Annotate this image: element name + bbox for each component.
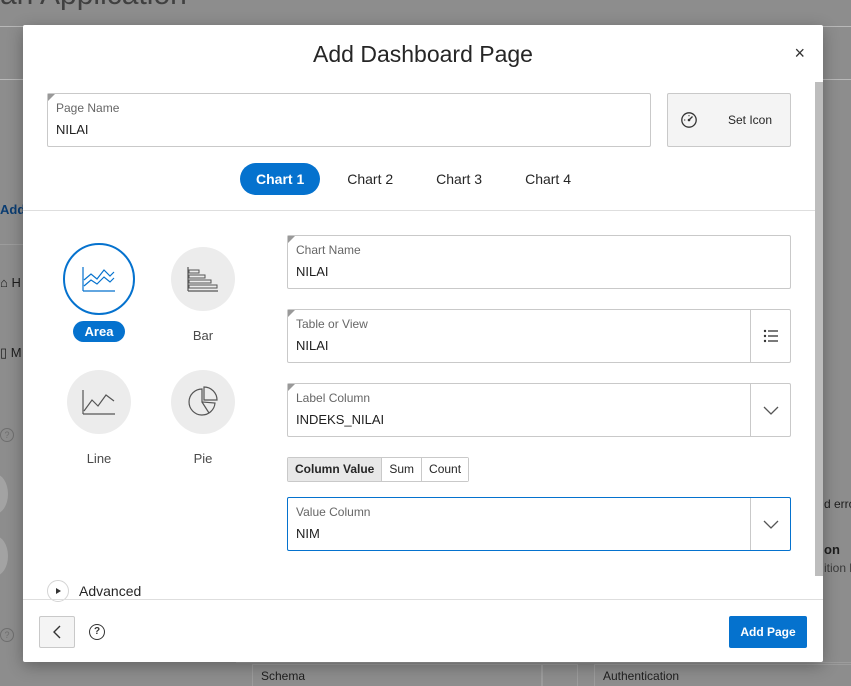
chart-type-pie-label: Pie xyxy=(193,451,213,466)
label-column-value[interactable]: INDEKS_NILAI xyxy=(296,412,384,427)
required-indicator xyxy=(288,310,295,317)
background-help-icon: ? xyxy=(0,428,14,442)
advanced-label: Advanced xyxy=(79,583,142,599)
table-or-view-value[interactable]: NILAI xyxy=(296,338,329,353)
chevron-down-icon[interactable] xyxy=(750,384,790,436)
background-text: d erro xyxy=(824,497,851,511)
required-indicator xyxy=(48,94,55,101)
aggregation-count[interactable]: Count xyxy=(422,458,469,481)
table-or-view-label: Table or View xyxy=(296,317,368,331)
background-help-icon: ? xyxy=(0,628,14,642)
value-column-field[interactable]: Value Column NIM xyxy=(287,497,791,551)
set-icon-label: Set Icon xyxy=(728,113,773,127)
tab-chart-3[interactable]: Chart 3 xyxy=(420,163,498,195)
chart-type-bar[interactable]: Bar xyxy=(167,247,239,346)
required-indicator xyxy=(288,384,295,391)
chart-type-line-label: Line xyxy=(86,451,112,466)
close-icon[interactable]: × xyxy=(794,43,805,64)
chart-type-bar-label: Bar xyxy=(192,328,214,343)
add-dashboard-page-dialog: Add Dashboard Page × Page Name NILAI Set… xyxy=(23,25,823,662)
line-chart-icon xyxy=(67,370,131,434)
label-column-field[interactable]: Label Column INDEKS_NILAI xyxy=(287,383,791,437)
background-feature-icon xyxy=(0,536,8,576)
background-text: ition lo xyxy=(824,561,851,575)
background-menu-item: ▯ M xyxy=(0,345,22,360)
chevron-left-icon xyxy=(53,625,61,639)
tab-chart-4[interactable]: Chart 4 xyxy=(509,163,587,195)
chart-type-area-label: Area xyxy=(72,321,126,342)
label-column-label: Label Column xyxy=(296,391,371,405)
dialog-footer: ? Add Page xyxy=(23,599,823,662)
chart-name-label: Chart Name xyxy=(296,243,361,257)
aggregation-sum[interactable]: Sum xyxy=(382,458,423,481)
chart-type-line[interactable]: Line xyxy=(63,370,135,469)
value-column-label: Value Column xyxy=(296,505,371,519)
bar-chart-icon xyxy=(171,247,235,311)
section-divider xyxy=(23,210,815,211)
background-add-link: Add xyxy=(0,202,26,217)
add-page-button[interactable]: Add Page xyxy=(729,616,807,648)
background-feature-icon xyxy=(0,474,8,514)
area-chart-icon xyxy=(63,243,135,315)
value-column-value[interactable]: NIM xyxy=(296,526,320,541)
dialog-scrollbar[interactable] xyxy=(815,82,823,576)
pie-chart-icon xyxy=(171,370,235,434)
background-divider xyxy=(0,244,24,245)
background-schema-field: Schema xyxy=(252,664,542,686)
gauge-icon xyxy=(681,112,697,128)
chart-tabs: Chart 1 Chart 2 Chart 3 Chart 4 xyxy=(240,163,598,195)
aggregation-column-value[interactable]: Column Value xyxy=(288,458,383,481)
page-name-label: Page Name xyxy=(56,101,120,115)
help-icon[interactable]: ? xyxy=(89,624,105,640)
table-or-view-field[interactable]: Table or View NILAI xyxy=(287,309,791,363)
dialog-title: Add Dashboard Page xyxy=(313,41,533,67)
list-icon[interactable] xyxy=(750,310,790,362)
background-text: on xyxy=(824,542,840,557)
page-name-field[interactable]: Page Name NILAI xyxy=(47,93,651,147)
background-home-item: ⌂ H xyxy=(0,275,21,290)
chevron-down-icon[interactable] xyxy=(750,498,790,550)
background-auth-field: Authentication xyxy=(594,664,851,686)
tab-chart-1[interactable]: Chart 1 xyxy=(240,163,321,195)
set-icon-button[interactable]: Set Icon xyxy=(667,93,791,147)
chart-type-pie[interactable]: Pie xyxy=(167,370,239,469)
page-name-value[interactable]: NILAI xyxy=(56,122,89,137)
aggregation-selector: Column Value Sum Count xyxy=(287,457,470,482)
tab-chart-2[interactable]: Chart 2 xyxy=(331,163,409,195)
chart-type-area[interactable]: Area xyxy=(63,243,135,342)
chart-name-field[interactable]: Chart Name NILAI xyxy=(287,235,791,289)
chart-name-value[interactable]: NILAI xyxy=(296,264,329,279)
back-button[interactable] xyxy=(39,616,75,648)
background-app-title: an Application xyxy=(0,0,187,12)
required-indicator xyxy=(288,236,295,243)
background-schema-button xyxy=(542,664,578,686)
